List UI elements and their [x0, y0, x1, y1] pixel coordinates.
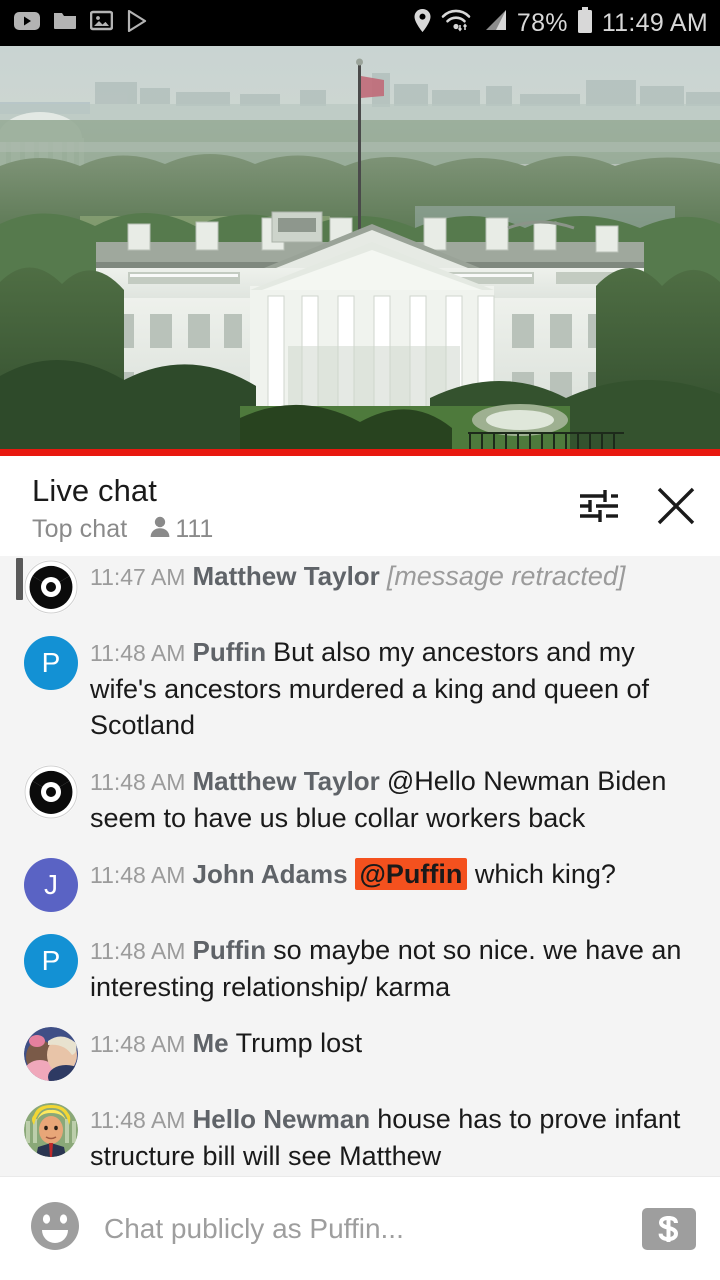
youtube-icon	[14, 11, 40, 36]
status-bar-right: 78% 11:49 AM	[413, 7, 708, 39]
avatar[interactable]	[24, 1027, 78, 1081]
avatar[interactable]: P	[24, 934, 78, 988]
message-timestamp: 11:48 AM	[90, 1107, 186, 1133]
chat-header: Live chat Top chat 111	[0, 456, 720, 556]
gallery-icon	[89, 10, 114, 36]
message-author[interactable]: Hello Newman	[192, 1104, 370, 1134]
status-bar: 78% 11:49 AM	[0, 0, 720, 46]
chat-message-body: 11:48 AM Hello Newman house has to prove i…	[90, 1101, 698, 1174]
clock-time: 11:49 AM	[601, 8, 708, 37]
avatar[interactable]	[24, 560, 78, 614]
person-icon	[149, 515, 171, 544]
message-text: which king?	[474, 859, 616, 889]
live-chat-panel: Live chat Top chat 111 11:47 AM Matthew …	[0, 456, 720, 1280]
play-store-icon	[126, 9, 148, 37]
status-bar-left-icons	[14, 9, 148, 37]
video-frame-whitehouse	[0, 46, 720, 456]
battery-percent: 78%	[516, 8, 568, 37]
chat-scrollbar-thumb[interactable]	[16, 558, 23, 600]
chat-message[interactable]: P 11:48 AM Puffin so maybe not so nice. we…	[0, 922, 720, 1015]
radiation-avatar-icon	[24, 765, 78, 819]
avatar[interactable]	[24, 765, 78, 819]
chat-subheader: Top chat 111	[32, 515, 578, 544]
signal-icon	[480, 8, 508, 38]
location-icon	[413, 8, 432, 38]
photo-avatar-caricature-icon	[24, 1103, 78, 1157]
chat-header-text: Live chat Top chat 111	[32, 470, 578, 544]
chat-mode-label[interactable]: Top chat	[32, 515, 127, 544]
avatar[interactable]	[24, 1103, 78, 1157]
message-text: Trump lost	[235, 1028, 363, 1058]
tune-icon[interactable]	[578, 486, 620, 531]
message-author[interactable]: Matthew Taylor	[192, 766, 379, 796]
message-timestamp: 11:48 AM	[90, 862, 186, 888]
chat-message-list[interactable]: 11:47 AM Matthew Taylor [message retracted…	[0, 556, 720, 1176]
message-timestamp: 11:48 AM	[90, 1031, 186, 1057]
battery-icon	[577, 7, 593, 39]
chat-message[interactable]: J 11:48 AM John Adams @Puffin which king?	[0, 846, 720, 922]
message-timestamp: 11:47 AM	[90, 564, 186, 590]
message-timestamp: 11:48 AM	[90, 938, 186, 964]
photo-avatar-people-icon	[24, 1027, 78, 1081]
chat-message[interactable]: 11:48 AM Matthew Taylor @Hello Newman Bide…	[0, 753, 720, 846]
video-progress-fill	[0, 449, 720, 456]
chat-title: Live chat	[32, 473, 157, 508]
message-author[interactable]: Puffin	[192, 935, 266, 965]
avatar-initial: J	[44, 869, 58, 900]
message-author[interactable]: Puffin	[192, 637, 266, 667]
chat-input[interactable]	[104, 1212, 642, 1245]
video-player[interactable]	[0, 46, 720, 456]
message-author[interactable]: John Adams	[192, 859, 347, 889]
video-progress-bar[interactable]	[0, 449, 720, 456]
avatar[interactable]: P	[24, 636, 78, 690]
folder-icon	[53, 10, 77, 36]
dollar-icon	[658, 1215, 679, 1242]
chat-header-actions	[578, 470, 698, 533]
chat-message-body: 11:47 AM Matthew Taylor [message retracted…	[90, 558, 698, 595]
chat-message-body: 11:48 AM Matthew Taylor @Hello Newman Bide…	[90, 763, 698, 836]
emoji-smiley-icon[interactable]	[28, 1199, 82, 1258]
message-text: [message retracted]	[386, 561, 626, 591]
chat-message[interactable]: 11:48 AM Me Trump lost	[0, 1015, 720, 1091]
close-icon[interactable]	[654, 484, 698, 533]
viewer-count: 111	[175, 515, 214, 543]
message-author[interactable]: Matthew Taylor	[192, 561, 379, 591]
radiation-avatar-icon	[24, 560, 78, 614]
chat-message[interactable]: 11:47 AM Matthew Taylor [message retracted…	[0, 556, 720, 624]
chat-message-body: 11:48 AM Me Trump lost	[90, 1025, 698, 1062]
message-timestamp: 11:48 AM	[90, 640, 186, 666]
mention-chip[interactable]: @Puffin	[354, 858, 468, 890]
chat-scrollbar[interactable]	[8, 556, 23, 1176]
superchat-button[interactable]	[642, 1207, 696, 1250]
message-timestamp: 11:48 AM	[90, 769, 186, 795]
chat-message[interactable]: P 11:48 AM Puffin But also my ancestors an…	[0, 624, 720, 753]
message-author[interactable]: Me	[192, 1028, 228, 1058]
chat-message-body: 11:48 AM Puffin so maybe not so nice. we h…	[90, 932, 698, 1005]
chat-message[interactable]: 11:48 AM Hello Newman house has to prove i…	[0, 1091, 720, 1176]
avatar-initial: P	[41, 945, 61, 976]
chat-message-body: 11:48 AM John Adams @Puffin which king?	[90, 856, 698, 893]
avatar[interactable]: J	[24, 858, 78, 912]
chat-message-body: 11:48 AM Puffin But also my ancestors and …	[90, 634, 698, 743]
avatar-initial: P	[41, 647, 61, 678]
chat-input-bar	[0, 1176, 720, 1280]
wifi-icon	[441, 8, 471, 38]
viewer-count-group: 111	[149, 515, 213, 544]
